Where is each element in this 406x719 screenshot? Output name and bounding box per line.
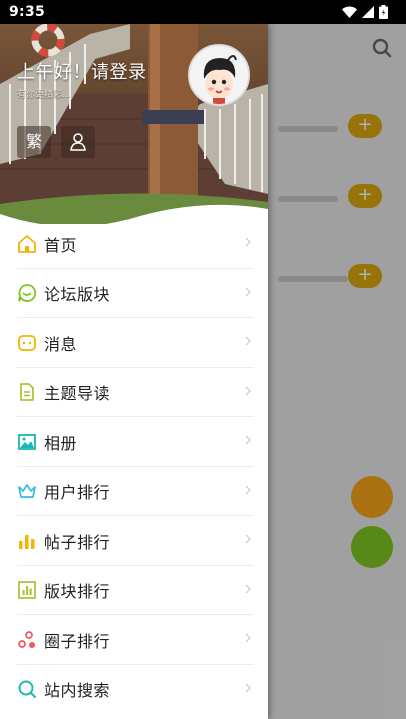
menu-item-topic-guide[interactable]: 主题导读 bbox=[0, 368, 268, 418]
navigation-drawer: 上午好！请登录 有你更精彩... 繁 首页 论坛版块 消息 主题导读 相册 用户… bbox=[0, 24, 268, 719]
status-bar: 9:35 bbox=[0, 0, 406, 24]
chevron-right-icon bbox=[245, 386, 251, 395]
menu-item-user-ranking[interactable]: 用户排行 bbox=[0, 467, 268, 517]
crown-icon bbox=[18, 484, 36, 499]
chevron-right-icon bbox=[245, 633, 251, 643]
menu-item-circle-ranking[interactable]: 圈子排行 bbox=[0, 615, 268, 665]
user-icon bbox=[70, 133, 86, 151]
status-time: 9:35 bbox=[9, 4, 46, 20]
menu-label: 圈子排行 bbox=[44, 631, 111, 651]
menu-label: 版块排行 bbox=[44, 582, 111, 602]
menu-item-home[interactable]: 首页 bbox=[0, 219, 268, 269]
chevron-right-icon bbox=[245, 287, 251, 296]
chart-board-icon bbox=[18, 581, 36, 600]
menu-label: 首页 bbox=[44, 235, 78, 255]
menu-item-post-ranking[interactable]: 帖子排行 bbox=[0, 516, 268, 566]
wifi-icon bbox=[342, 6, 357, 18]
photo-icon bbox=[18, 433, 36, 450]
chevron-right-icon bbox=[245, 584, 251, 593]
menu-item-site-search[interactable]: 站内搜索 bbox=[0, 665, 268, 715]
chevron-right-icon bbox=[245, 534, 251, 544]
menu-label: 相册 bbox=[44, 433, 78, 453]
greeting-subtitle: 有你更精彩... bbox=[17, 90, 71, 100]
chevron-right-icon bbox=[245, 237, 251, 247]
bar-chart-icon bbox=[19, 534, 35, 549]
search-icon bbox=[18, 680, 36, 699]
traditional-chinese-button[interactable]: 繁 bbox=[17, 126, 51, 158]
battery-icon bbox=[379, 5, 388, 19]
avatar[interactable] bbox=[188, 44, 250, 106]
chevron-right-icon bbox=[245, 435, 251, 445]
menu-label: 论坛版块 bbox=[44, 285, 111, 305]
chevron-right-icon bbox=[245, 336, 251, 346]
menu-item-forum-boards[interactable]: 论坛版块 bbox=[0, 269, 268, 319]
chevron-right-icon bbox=[245, 485, 251, 494]
avatar-cartoon-icon bbox=[190, 46, 248, 104]
menu-label: 主题导读 bbox=[44, 384, 111, 404]
menu-label: 用户排行 bbox=[44, 483, 111, 503]
document-icon bbox=[20, 383, 34, 402]
login-greeting[interactable]: 上午好！请登录 bbox=[17, 58, 147, 84]
chevron-right-icon bbox=[245, 683, 251, 692]
user-button[interactable] bbox=[61, 126, 95, 158]
menu-label: 帖子排行 bbox=[44, 532, 111, 552]
drawer-menu: 首页 论坛版块 消息 主题导读 相册 用户排行 帖子排行 版块排行 圈子排行 站… bbox=[0, 219, 268, 714]
menu-item-messages[interactable]: 消息 bbox=[0, 318, 268, 368]
menu-label: 站内搜索 bbox=[44, 681, 111, 701]
message-icon bbox=[18, 334, 36, 351]
menu-label: 消息 bbox=[44, 334, 78, 354]
menu-item-board-ranking[interactable]: 版块排行 bbox=[0, 566, 268, 616]
home-icon bbox=[18, 234, 36, 253]
chat-bubble-icon bbox=[18, 284, 37, 303]
circles-icon bbox=[18, 630, 35, 648]
signal-icon bbox=[362, 6, 374, 18]
menu-item-album[interactable]: 相册 bbox=[0, 417, 268, 467]
drawer-header: 上午好！请登录 有你更精彩... 繁 bbox=[0, 24, 268, 224]
system-icons bbox=[342, 5, 388, 19]
